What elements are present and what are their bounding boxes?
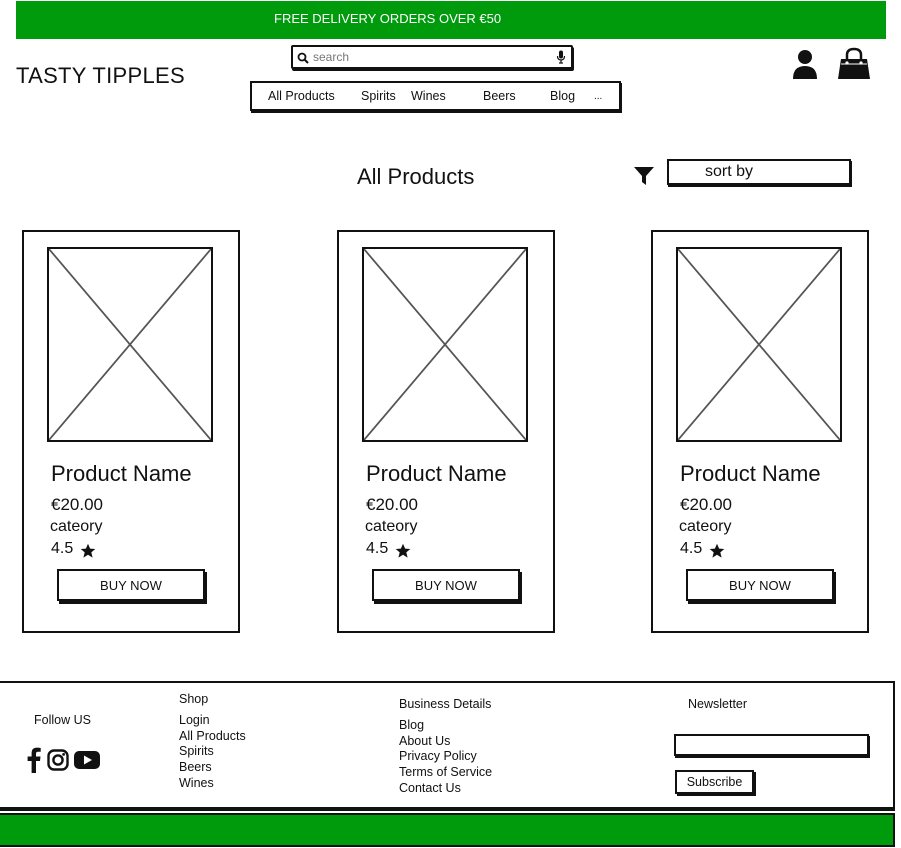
shop-heading: Shop: [179, 692, 209, 706]
bottom-bar: [0, 813, 895, 847]
footer-link-login[interactable]: Login: [179, 713, 210, 727]
nav-beers[interactable]: Beers: [483, 89, 516, 103]
promo-banner-text: FREE DELIVERY ORDERS OVER €50: [274, 11, 502, 26]
nav-all-products[interactable]: All Products: [268, 89, 335, 103]
product-card[interactable]: Product Name €20.00 cateory 4.5 BUY NOW: [22, 230, 240, 633]
facebook-icon[interactable]: [27, 747, 41, 773]
site-footer: Follow US Shop Login All Products Spirit…: [0, 681, 895, 809]
star-icon: [80, 543, 96, 558]
page-title: All Products: [357, 164, 475, 189]
microphone-icon[interactable]: [556, 50, 566, 64]
product-image-placeholder[interactable]: [362, 247, 528, 442]
sort-label: sort by: [705, 163, 754, 180]
product-rating: 4.5: [680, 540, 703, 557]
business-details-heading: Business Details: [399, 697, 492, 711]
youtube-icon[interactable]: [74, 751, 100, 769]
instagram-icon[interactable]: [47, 749, 69, 771]
image-placeholder-icon: [364, 249, 526, 440]
image-placeholder-icon: [49, 249, 211, 440]
product-image-placeholder[interactable]: [676, 247, 842, 442]
product-price: €20.00: [51, 495, 103, 514]
promo-banner: FREE DELIVERY ORDERS OVER €50: [16, 1, 886, 39]
buy-now-button[interactable]: BUY NOW: [686, 569, 834, 601]
nav-wines[interactable]: Wines: [411, 89, 446, 103]
product-name[interactable]: Product Name: [51, 461, 192, 487]
footer-link-spirits[interactable]: Spirits: [179, 744, 214, 758]
footer-link-beers[interactable]: Beers: [179, 760, 212, 774]
filter-icon[interactable]: [633, 165, 655, 187]
footer-link-privacy-policy[interactable]: Privacy Policy: [399, 749, 477, 763]
nav-blog[interactable]: Blog: [550, 89, 575, 103]
product-card[interactable]: Product Name €20.00 cateory 4.5 BUY NOW: [651, 230, 869, 633]
product-price: €20.00: [680, 495, 732, 514]
footer-link-contact-us[interactable]: Contact Us: [399, 781, 461, 795]
product-card[interactable]: Product Name €20.00 cateory 4.5 BUY NOW: [337, 230, 555, 633]
product-category: cateory: [50, 518, 103, 535]
site-logo[interactable]: TASTY TIPPLES: [16, 63, 185, 89]
search-bar[interactable]: [291, 45, 573, 69]
product-price: €20.00: [366, 495, 418, 514]
star-icon: [709, 543, 725, 558]
shopping-bag-icon[interactable]: [837, 47, 871, 81]
user-icon[interactable]: [791, 49, 819, 79]
search-input[interactable]: [313, 49, 553, 65]
buy-now-button[interactable]: BUY NOW: [372, 569, 520, 601]
product-name[interactable]: Product Name: [680, 461, 821, 487]
follow-us-label: Follow US: [34, 713, 91, 727]
footer-link-blog[interactable]: Blog: [399, 718, 424, 732]
nav-more[interactable]: ...: [594, 91, 602, 102]
search-icon: [297, 52, 309, 64]
subscribe-button[interactable]: Subscribe: [675, 770, 754, 794]
footer-link-terms-of-service[interactable]: Terms of Service: [399, 765, 492, 779]
nav-spirits[interactable]: Spirits: [361, 89, 396, 103]
newsletter-heading: Newsletter: [688, 697, 748, 711]
sort-dropdown[interactable]: sort by: [667, 159, 851, 185]
main-nav: All Products Spirits Wines Beers Blog ..…: [250, 81, 621, 111]
footer-link-about-us[interactable]: About Us: [399, 734, 450, 748]
buy-now-button[interactable]: BUY NOW: [57, 569, 205, 601]
product-name[interactable]: Product Name: [366, 461, 507, 487]
footer-link-wines[interactable]: Wines: [179, 776, 214, 790]
product-image-placeholder[interactable]: [47, 247, 213, 442]
image-placeholder-icon: [678, 249, 840, 440]
product-category: cateory: [365, 518, 418, 535]
newsletter-email-input[interactable]: [674, 734, 869, 756]
product-rating: 4.5: [51, 540, 74, 557]
product-category: cateory: [679, 518, 732, 535]
product-rating: 4.5: [366, 540, 389, 557]
footer-link-all-products[interactable]: All Products: [179, 729, 246, 743]
star-icon: [395, 543, 411, 558]
